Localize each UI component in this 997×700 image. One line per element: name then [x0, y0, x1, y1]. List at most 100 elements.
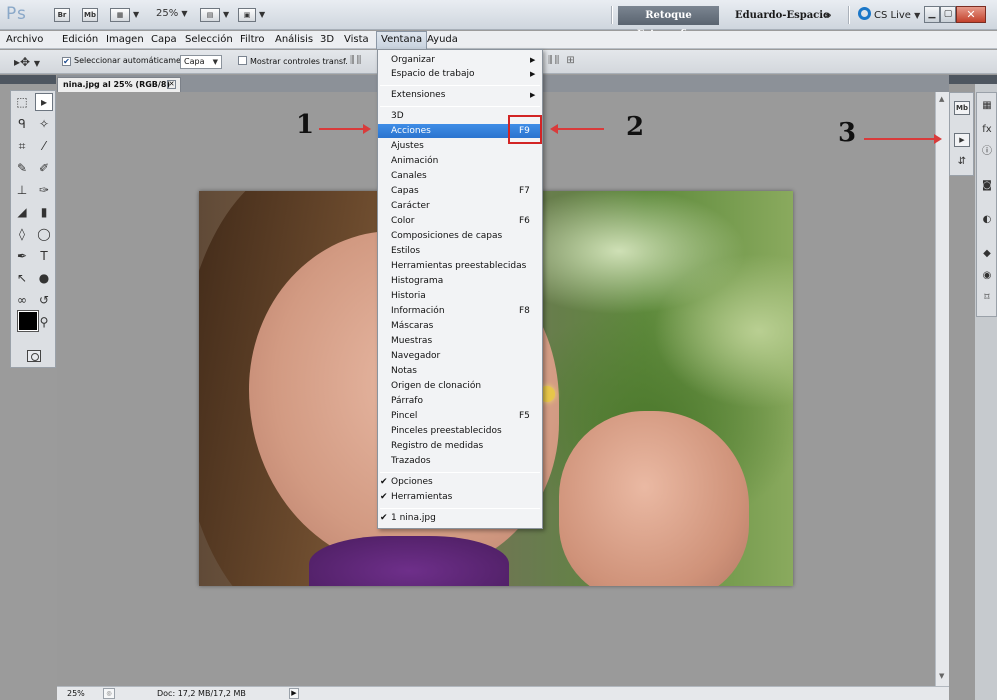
menu-item-muestras[interactable]: Muestras — [378, 334, 542, 348]
menu-item-color[interactable]: Color F6 — [378, 214, 542, 228]
menu-archivo[interactable]: Archivo — [6, 31, 43, 49]
document-info-icon[interactable]: ◎ — [103, 688, 115, 699]
clone-stamp-tool-icon[interactable]: ⊥ — [13, 181, 31, 199]
info-panel-icon[interactable]: ⓘ — [979, 145, 995, 159]
menu-item-navegador[interactable]: Navegador — [378, 349, 542, 363]
scroll-up-icon[interactable]: ▲ — [939, 95, 944, 103]
menu-item-open-document[interactable]: ✔ 1 nina.jpg — [378, 511, 542, 525]
mini-bridge-button[interactable]: Mb — [82, 8, 98, 22]
dock-header[interactable] — [949, 75, 997, 84]
menu-item-herramientas[interactable]: ✔ Herramientas — [378, 490, 542, 504]
mini-bridge-panel-icon[interactable]: Mb — [954, 101, 970, 115]
path-selection-tool-icon[interactable]: ↖ — [13, 269, 31, 287]
layers-panel-icon[interactable]: ◆ — [979, 247, 995, 261]
menu-item-animacion[interactable]: Animación — [378, 154, 542, 168]
menu-capa[interactable]: Capa — [151, 31, 177, 49]
adjustments-panel-icon[interactable]: ◐ — [979, 213, 995, 227]
pen-tool-icon[interactable]: ✒ — [13, 247, 31, 265]
close-window-button[interactable]: ✕ — [956, 6, 986, 23]
menu-item-herramientas-preestablecidas[interactable]: Herramientas preestablecidas — [378, 259, 542, 273]
blur-tool-icon[interactable]: ◊ — [13, 225, 31, 243]
menu-item-trazados[interactable]: Trazados — [378, 454, 542, 468]
history-panel-icon[interactable]: ⇵ — [954, 155, 970, 169]
more-workspaces-button[interactable]: » — [824, 6, 832, 24]
chevron-down-icon[interactable]: ▼ — [223, 10, 229, 19]
menu-ayuda[interactable]: Ayuda — [427, 31, 458, 49]
tool-preset-picker[interactable]: ▸✥ ▼ — [14, 55, 40, 69]
status-zoom[interactable]: 25% — [67, 687, 85, 700]
shape-tool-icon[interactable]: ● — [35, 269, 53, 287]
workspace-eduardo-espacio[interactable]: Eduardo-Espacio — [735, 6, 830, 25]
quick-selection-tool-icon[interactable]: ✧ — [35, 115, 53, 133]
workspace-retoque-fotografico[interactable]: Retoque Fotografico — [618, 6, 719, 40]
chevron-down-icon[interactable]: ▼ — [259, 10, 265, 19]
menu-item-canales[interactable]: Canales — [378, 169, 542, 183]
gradient-tool-icon[interactable]: ▮ — [35, 203, 53, 221]
minimize-button[interactable]: ▁ — [924, 6, 940, 23]
menu-item-origen-de-clonacion[interactable]: Origen de clonación — [378, 379, 542, 393]
3d-rotate-tool-icon[interactable]: ∞ — [13, 291, 31, 309]
status-menu-arrow-icon[interactable]: ▶ — [289, 688, 299, 699]
lasso-tool-icon[interactable]: ᑫ — [13, 115, 31, 133]
menu-item-histograma[interactable]: Histograma — [378, 274, 542, 288]
foreground-color-swatch[interactable] — [17, 310, 39, 332]
menu-edicion[interactable]: Edición — [62, 31, 98, 49]
menu-item-espacio-de-trabajo[interactable]: Espacio de trabajo ▶ — [378, 67, 542, 81]
menu-item-notas[interactable]: Notas — [378, 364, 542, 378]
menu-item-informacion[interactable]: Información F8 — [378, 304, 542, 318]
quick-mask-icon[interactable] — [27, 350, 41, 362]
menu-item-mascaras[interactable]: Máscaras — [378, 319, 542, 333]
zoom-level[interactable]: 25% ▼ — [156, 8, 188, 19]
auto-select-checkbox[interactable]: ✔ Seleccionar automáticamente: — [62, 56, 197, 66]
menu-vista[interactable]: Vista — [344, 31, 369, 49]
view-extras-button[interactable]: ▦ — [110, 8, 130, 22]
bridge-button[interactable]: Br — [54, 8, 70, 22]
menu-item-caracter[interactable]: Carácter — [378, 199, 542, 213]
menu-item-historia[interactable]: Historia — [378, 289, 542, 303]
menu-item-registro-de-medidas[interactable]: Registro de medidas — [378, 439, 542, 453]
masks-panel-icon[interactable]: ◙ — [979, 179, 995, 193]
menu-item-extensiones[interactable]: Extensiones ▶ — [378, 88, 542, 102]
menu-ventana[interactable]: Ventana — [376, 31, 428, 49]
menu-filtro[interactable]: Filtro — [240, 31, 265, 49]
styles-panel-icon[interactable]: fx — [979, 123, 995, 137]
crop-tool-icon[interactable]: ⌗ — [13, 137, 31, 155]
healing-brush-tool-icon[interactable]: ✎ — [13, 159, 31, 177]
menu-item-estilos[interactable]: Estilos — [378, 244, 542, 258]
paths-panel-icon[interactable]: ⌑ — [979, 291, 995, 305]
maximize-button[interactable]: ▢ — [940, 6, 956, 23]
toolbox-header[interactable] — [0, 75, 56, 84]
actions-panel-icon[interactable]: ▶ — [954, 133, 970, 147]
scroll-down-icon[interactable]: ▼ — [939, 672, 944, 680]
vertical-scrollbar[interactable]: ▲ ▼ — [935, 92, 949, 686]
menu-imagen[interactable]: Imagen — [106, 31, 144, 49]
auto-select-dropdown[interactable]: Capa ▼ — [180, 55, 222, 69]
brush-tool-icon[interactable]: ✐ — [35, 159, 53, 177]
cs-live-button[interactable]: CS Live ▼ — [858, 6, 920, 25]
type-tool-icon[interactable]: T — [35, 247, 53, 265]
arrange-documents-button[interactable]: ▤ — [200, 8, 220, 22]
menu-item-pincel[interactable]: Pincel F5 — [378, 409, 542, 423]
channels-panel-icon[interactable]: ◉ — [979, 269, 995, 283]
menu-item-composiciones-de-capas[interactable]: Composiciones de capas — [378, 229, 542, 243]
move-tool-icon[interactable]: ▸ — [35, 93, 53, 111]
eraser-tool-icon[interactable]: ◢ — [13, 203, 31, 221]
menu-item-pinceles-preestablecidos[interactable]: Pinceles preestablecidos — [378, 424, 542, 438]
menu-item-parrafo[interactable]: Párrafo — [378, 394, 542, 408]
menu-item-opciones[interactable]: ✔ Opciones — [378, 475, 542, 489]
menu-item-organizar[interactable]: Organizar ▶ — [378, 53, 542, 67]
3d-orbit-tool-icon[interactable]: ↺ — [35, 291, 53, 309]
menu-seleccion[interactable]: Selección — [185, 31, 233, 49]
marquee-tool-icon[interactable]: ⬚ — [13, 93, 31, 111]
eyedropper-tool-icon[interactable]: ⁄ — [35, 137, 53, 155]
history-brush-tool-icon[interactable]: ✑ — [35, 181, 53, 199]
document-tab[interactable]: nina.jpg al 25% (RGB/8) ✕ — [57, 77, 181, 92]
distribute-buttons[interactable]: ⫼⫼ ⊞ — [548, 55, 577, 66]
menu-3d[interactable]: 3D — [320, 31, 334, 49]
align-buttons[interactable]: ⫼⫼ — [350, 55, 363, 66]
close-icon[interactable]: ✕ — [167, 80, 176, 89]
menu-analisis[interactable]: Análisis — [275, 31, 313, 49]
screen-mode-button[interactable]: ▣ — [238, 8, 256, 22]
histogram-panel-icon[interactable]: ▦ — [979, 99, 995, 113]
chevron-down-icon[interactable]: ▼ — [133, 10, 139, 19]
